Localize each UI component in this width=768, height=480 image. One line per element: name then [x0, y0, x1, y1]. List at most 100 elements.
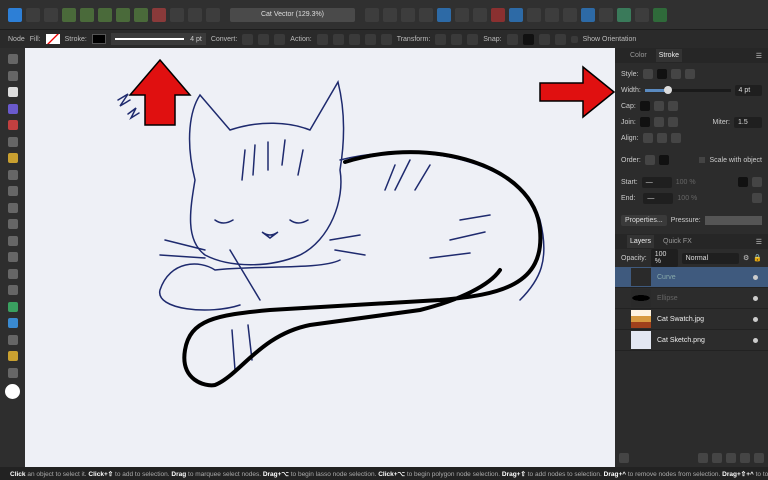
align-icon[interactable] [437, 7, 451, 22]
crescent-tool-icon[interactable] [7, 285, 18, 295]
boolean-icon[interactable] [563, 7, 577, 22]
delete-layer-icon[interactable] [754, 453, 764, 463]
convert-sharp-icon[interactable] [242, 33, 254, 45]
style-none-icon[interactable] [642, 69, 653, 79]
eyedropper-icon[interactable] [7, 334, 18, 345]
close-curve-icon[interactable] [332, 33, 344, 45]
arrange-icon[interactable] [188, 7, 202, 22]
arrow-inside-icon[interactable] [738, 177, 748, 187]
text-tool-icon[interactable] [7, 318, 18, 328]
show-orientation-checkbox[interactable] [570, 35, 578, 43]
stroke-swatch[interactable] [91, 34, 106, 44]
tab-stroke[interactable]: Stroke [655, 49, 682, 62]
tool-icon[interactable] [98, 7, 112, 22]
visibility-toggle[interactable] [753, 316, 758, 322]
width-field[interactable]: 4 pt [734, 84, 762, 96]
style-brush-icon[interactable] [684, 69, 695, 79]
snap-icon[interactable] [554, 33, 566, 45]
swap-arrows-icon[interactable] [752, 193, 762, 203]
pressure-graph[interactable] [704, 215, 762, 225]
align-icon[interactable] [365, 7, 379, 22]
boolean-icon[interactable] [635, 7, 649, 22]
arrange-icon[interactable] [170, 7, 184, 22]
node-tool-icon[interactable] [7, 87, 18, 97]
hand-tool-icon[interactable] [7, 367, 18, 378]
fx-icon[interactable] [726, 453, 736, 463]
end-scale-field[interactable]: 100 % [677, 195, 697, 202]
cap-square-icon[interactable] [667, 101, 678, 111]
transparency-tool-icon[interactable] [7, 202, 18, 213]
corner-tool-icon[interactable] [7, 120, 18, 130]
tool-icon[interactable] [80, 7, 94, 22]
persona-pixel-icon[interactable] [26, 7, 40, 22]
snap-icon[interactable] [522, 33, 534, 45]
brush-tool-icon[interactable] [7, 169, 18, 180]
fill-tool-icon[interactable] [7, 186, 18, 196]
artboard-tool-icon[interactable] [7, 70, 18, 81]
opacity-field[interactable]: 100 % [650, 249, 678, 267]
tab-color[interactable]: Color [627, 49, 650, 62]
end-arrowhead-select[interactable]: — [643, 192, 674, 204]
align-icon[interactable] [419, 7, 433, 22]
boolean-icon[interactable] [545, 7, 559, 22]
boolean-icon[interactable] [509, 7, 523, 22]
arrow-outside-icon[interactable] [752, 177, 762, 187]
break-curve-icon[interactable] [316, 33, 328, 45]
join-curves-icon[interactable] [364, 33, 376, 45]
cap-butt-icon[interactable] [639, 101, 650, 111]
align-nodes-icon[interactable] [467, 33, 479, 45]
order-behind-icon[interactable] [644, 155, 655, 165]
start-arrowhead-select[interactable]: — [641, 176, 672, 188]
user-icon[interactable] [653, 7, 667, 22]
visibility-toggle[interactable] [753, 295, 758, 301]
join-round-icon[interactable] [653, 117, 664, 127]
layer-row[interactable]: Cat Sketch.png [615, 330, 768, 351]
boolean-icon[interactable] [581, 7, 595, 22]
crop-tool-icon[interactable] [7, 235, 18, 246]
width-slider[interactable] [644, 85, 731, 94]
style-dashed-icon[interactable] [670, 69, 681, 79]
join-bevel-icon[interactable] [667, 117, 678, 127]
tool-icon[interactable] [116, 7, 130, 22]
panel-menu-icon[interactable]: ☰ [756, 52, 762, 60]
shape-tool-icon[interactable] [7, 301, 18, 312]
ruler-icon[interactable] [7, 351, 18, 361]
align-center-icon[interactable] [642, 133, 653, 143]
align-icon[interactable] [401, 7, 415, 22]
tab-layers[interactable]: Layers [627, 235, 655, 248]
convert-smart-icon[interactable] [274, 33, 286, 45]
align-icon[interactable] [473, 7, 487, 22]
miter-field[interactable]: 1.5 [734, 116, 762, 128]
visibility-toggle[interactable] [753, 337, 758, 343]
layer-row[interactable]: Cat Swatch.jpg [615, 309, 768, 330]
transform-mode-icon[interactable] [435, 33, 447, 45]
smooth-curve-icon[interactable] [348, 33, 360, 45]
layer-action-icon[interactable] [619, 453, 629, 463]
canvas[interactable] [25, 48, 615, 467]
add-layer-icon[interactable] [740, 453, 750, 463]
convert-smooth-icon[interactable] [258, 33, 270, 45]
panel-menu-icon[interactable]: ☰ [756, 238, 762, 246]
tab-quick-fx[interactable]: Quick FX [660, 235, 695, 248]
fill-swatch[interactable] [45, 34, 60, 44]
boolean-icon[interactable] [617, 7, 631, 22]
visibility-toggle[interactable] [753, 274, 758, 280]
ellipse-tool-icon[interactable] [7, 268, 18, 279]
color-swatch[interactable] [5, 384, 20, 399]
align-outside-icon[interactable] [670, 133, 681, 143]
reverse-curve-icon[interactable] [380, 33, 392, 45]
arrange-icon[interactable] [152, 7, 166, 22]
rectangle-tool-icon[interactable] [7, 252, 18, 262]
style-solid-icon[interactable] [656, 69, 667, 79]
tool-icon[interactable] [62, 7, 76, 22]
pen-tool-icon[interactable] [7, 136, 18, 147]
join-miter-icon[interactable] [639, 117, 650, 127]
arrange-icon[interactable] [206, 7, 220, 22]
adjustment-icon[interactable] [712, 453, 722, 463]
layer-row[interactable]: Ellipse [615, 288, 768, 309]
lock-icon[interactable]: 🔒 [753, 254, 762, 262]
properties-button[interactable]: Properties... [621, 214, 667, 226]
move-tool-icon[interactable] [7, 54, 18, 64]
pencil-tool-icon[interactable] [7, 153, 18, 163]
boolean-icon[interactable] [599, 7, 613, 22]
